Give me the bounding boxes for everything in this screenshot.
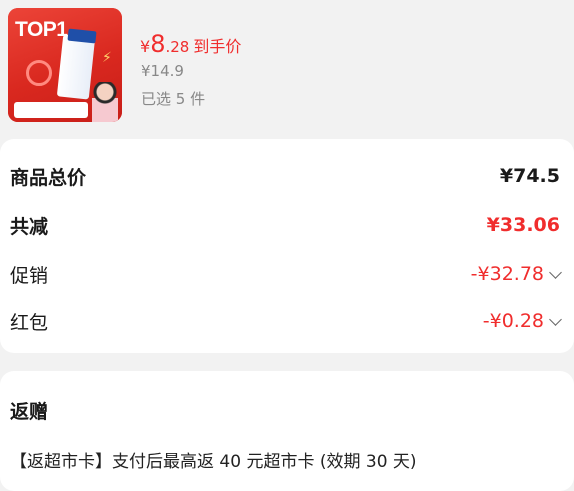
promo-value-wrap[interactable]: -¥32.78 <box>470 263 562 285</box>
redpacket-value-wrap[interactable]: -¥0.28 <box>482 310 562 332</box>
promo-value: -¥32.78 <box>470 263 544 285</box>
product-thumbnail[interactable]: TOP1 ⚡ <box>8 8 122 122</box>
chevron-down-icon[interactable] <box>549 312 562 326</box>
rebate-card: 返赠 【返超市卡】支付后最高返 40 元超市卡 (效期 30 天) <box>0 371 574 491</box>
price-decimal: .28 <box>165 38 190 56</box>
price-summary-card: 商品总价 ¥74.5 共减 ¥33.06 促销 -¥32.78 红包 -¥0.2… <box>0 139 574 353</box>
chevron-down-icon[interactable] <box>549 265 562 279</box>
redpacket-label: 红包 <box>10 311 49 334</box>
original-price: ¥14.9 <box>141 62 184 80</box>
final-price: ¥8.28 到手价 <box>140 30 241 58</box>
thumbnail-badge: TOP1 <box>15 18 68 41</box>
reduce-label: 共减 <box>10 215 49 238</box>
lightning-icon: ⚡ <box>102 50 112 66</box>
total-value: ¥74.5 <box>499 165 560 187</box>
rebate-title: 返赠 <box>10 401 49 423</box>
redpacket-row[interactable]: 红包 -¥0.28 <box>10 306 562 336</box>
thumbnail-ring-graphic <box>26 60 52 86</box>
total-label: 商品总价 <box>10 166 87 189</box>
reduce-value: ¥33.06 <box>486 214 560 236</box>
selected-count: 已选 5 件 <box>141 90 206 108</box>
price-integer: 8 <box>150 30 166 58</box>
model-graphic <box>92 82 118 122</box>
total-row: 商品总价 ¥74.5 <box>10 161 560 191</box>
price-currency: ¥ <box>140 37 151 56</box>
reduce-row: 共减 ¥33.06 <box>10 210 560 240</box>
thumbnail-caption <box>14 102 88 118</box>
product-header: TOP1 ⚡ ¥8.28 到手价 ¥14.9 已选 5 件 <box>0 0 574 132</box>
redpacket-value: -¥0.28 <box>482 310 544 332</box>
rebate-text: 【返超市卡】支付后最高返 40 元超市卡 (效期 30 天) <box>10 452 417 472</box>
price-tag: 到手价 <box>193 37 242 56</box>
toothpaste-graphic <box>56 34 96 100</box>
promo-row[interactable]: 促销 -¥32.78 <box>10 259 562 289</box>
promo-label: 促销 <box>10 264 49 287</box>
